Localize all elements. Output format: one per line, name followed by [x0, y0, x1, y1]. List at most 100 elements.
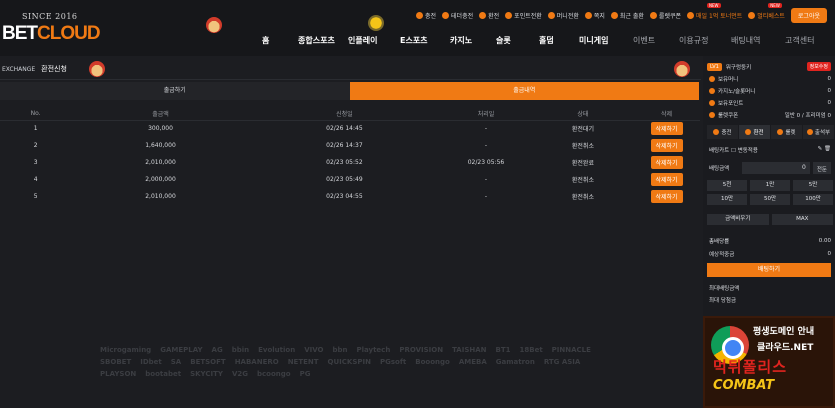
delete-button[interactable]: 삭제하기	[650, 190, 683, 203]
top-item-roulette[interactable]: 룰렛쿠폰	[649, 11, 681, 20]
provider-logo: BETSOFT	[190, 358, 226, 366]
provider-logo: SA	[170, 358, 182, 366]
max-amount-button[interactable]: MAX	[771, 214, 833, 225]
provider-logo: QUICKSPIN	[327, 358, 371, 366]
top-item-deposit[interactable]: 충전	[415, 11, 436, 20]
top-item-point[interactable]: 포인트전환	[505, 11, 542, 20]
amount-5k-button[interactable]: 5천	[707, 180, 747, 191]
tab-withdraw[interactable]: 출금하기	[0, 82, 350, 100]
nav-bet-history[interactable]: 배팅내역	[731, 35, 785, 46]
site-logo[interactable]: SINCE 2016 BETCLOUD	[2, 10, 120, 48]
reset-amount-button[interactable]: 금액비우기	[707, 214, 769, 225]
nav-casino[interactable]: 카지노	[450, 35, 496, 46]
provider-logo: bcoongo	[257, 370, 291, 378]
delete-button[interactable]: 삭제하기	[650, 122, 683, 136]
edit-info-button[interactable]: 정보수정	[806, 62, 831, 71]
amount-100k-button[interactable]: 10만	[707, 194, 747, 205]
cell-request-date: 02/23 05:49	[326, 176, 363, 183]
delete-button[interactable]: 삭제하기	[650, 173, 683, 186]
deposit-icon	[415, 12, 423, 19]
apply-button[interactable]: 전둔	[812, 162, 831, 174]
nav-inplay[interactable]: 인플레이	[348, 35, 400, 46]
amount-500k-button[interactable]: 50만	[750, 194, 790, 205]
casino-balance-row: 카지노/슬롯머니 0	[709, 87, 831, 95]
logout-button[interactable]: 로그아웃	[790, 8, 827, 23]
new-badge: NEW	[768, 3, 782, 8]
delete-button[interactable]: 삭제하기	[650, 139, 683, 152]
col-delete: 삭제	[633, 108, 700, 121]
logo-since: SINCE 2016	[22, 12, 78, 21]
place-bet-button[interactable]: 배팅하기	[707, 263, 831, 277]
nav-minigame[interactable]: 미니게임	[579, 35, 633, 46]
nav-slot[interactable]: 슬롯	[496, 35, 539, 46]
cell-request-date: 02/26 14:37	[326, 142, 363, 149]
nav-sports[interactable]: 종합스포츠	[298, 35, 348, 46]
exchange-tabs: 출금하기 출금내역	[0, 82, 699, 100]
top-item-history[interactable]: 최근 출환	[610, 11, 644, 20]
nav-holdem[interactable]: 홀덤	[539, 35, 579, 46]
nav-event[interactable]: 이벤트	[633, 35, 679, 46]
casino-balance-value: 0	[827, 88, 832, 94]
provider-logo: VIVO	[304, 346, 324, 354]
username: 뭐구렁둥키	[725, 65, 752, 71]
top-item-money[interactable]: 머니전환	[547, 11, 579, 20]
top-item-multi[interactable]: NEW 멀티베스트	[748, 3, 785, 20]
cell-amount: 2,010,000	[145, 193, 176, 200]
top-item-tether[interactable]: 테더충전	[442, 11, 473, 20]
cell-delete: 삭제하기	[633, 120, 700, 137]
cell-done-date: -	[484, 142, 488, 149]
delete-button[interactable]: 삭제하기	[650, 156, 683, 169]
banner-line2: 클라우드.NET	[757, 343, 814, 353]
bet-amount-label: 배팅금액	[709, 166, 730, 172]
cell-no: 3	[33, 159, 38, 166]
provider-logo: SKYCITY	[190, 370, 223, 378]
top-item-exchange[interactable]: 환전	[479, 11, 499, 20]
bet-amount-input[interactable]: 0	[742, 162, 810, 174]
auto-apply-checkbox[interactable]: ☐	[731, 148, 736, 154]
provider-logo: IDbet	[140, 358, 162, 366]
provider-logo: PGsoft	[379, 358, 407, 366]
nav-home[interactable]: 홈	[262, 35, 298, 46]
cell-request-date: 02/23 04:55	[326, 193, 363, 200]
pin-icon[interactable]: ✎	[818, 146, 823, 152]
breadcrumb: EXCHANGE 환전신청	[0, 56, 701, 80]
cell-no: 5	[33, 193, 38, 200]
cell-status: 환전취소	[571, 143, 594, 150]
top-item-tournament[interactable]: NEW 매일 1억 토너먼트	[687, 3, 742, 20]
tournament-icon	[687, 12, 695, 19]
bet-cart-header: 배팅카트 ☐ 변동적용 ✎ 🗑	[709, 146, 831, 154]
balance-label: 보유머니	[718, 77, 739, 83]
tab-roulette[interactable]: 룰렛	[771, 125, 802, 139]
provider-logo: PROVISION	[399, 346, 444, 354]
table-row: 4 2,000,000 02/23 05:49 - 환전취소 삭제하기	[0, 171, 700, 188]
banner-line4: COMBAT	[713, 378, 775, 393]
tether-icon	[442, 12, 450, 19]
balance-value: 0	[827, 76, 832, 82]
tab-withdraw-history[interactable]: 출금내역	[349, 82, 699, 100]
tab-exchange[interactable]: 환전	[739, 125, 770, 139]
amount-50k-button[interactable]: 5만	[793, 180, 833, 191]
amount-1m-button[interactable]: 100만	[793, 194, 833, 205]
amount-10k-button[interactable]: 1만	[750, 180, 790, 191]
casino-icon	[709, 88, 715, 94]
provider-logo: bbin	[231, 346, 250, 354]
tab-attendance[interactable]: 출석부	[803, 125, 834, 139]
provider-logo: Microgaming	[100, 346, 152, 354]
nav-esports[interactable]: E스포츠	[400, 35, 450, 46]
domain-banner[interactable]: 평생도메인 안내 클라우드.NET 먹튀폴리스 COMBAT	[703, 316, 835, 408]
max-win-row: 최대 당첨금	[709, 296, 831, 304]
breadcrumb-en: EXCHANGE	[2, 66, 36, 73]
cell-status: 환전완료	[571, 160, 594, 167]
provider-logo: HABANERO	[234, 358, 279, 366]
bet-amount-row: 배팅금액 0 전둔	[709, 162, 831, 174]
tab-deposit[interactable]: 충전	[707, 125, 738, 139]
roulette-value: 일반 0 / 프리미엄 0	[784, 113, 831, 119]
nav-support[interactable]: 고객센터	[785, 35, 825, 46]
provider-logo: Playtech	[356, 346, 391, 354]
point-value: 0	[827, 100, 832, 106]
nav-rules[interactable]: 이용규정	[679, 35, 731, 46]
top-item-message[interactable]: 쪽지	[584, 11, 605, 20]
point-row: 보유포인트 0	[709, 99, 831, 107]
trash-icon[interactable]: 🗑	[824, 146, 831, 152]
exchange-icon	[479, 12, 487, 19]
